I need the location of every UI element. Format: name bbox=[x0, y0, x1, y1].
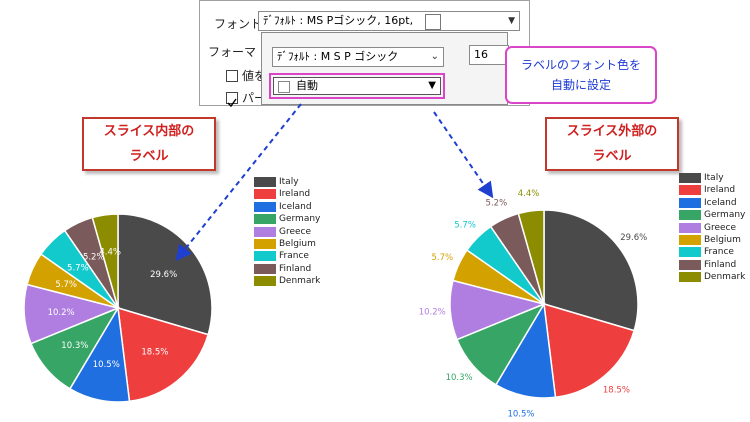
legend-label: Germany bbox=[279, 214, 321, 225]
legend-label: Finland bbox=[704, 259, 737, 270]
arrow-to-outside-label bbox=[433, 111, 494, 199]
legend-swatch bbox=[254, 238, 276, 249]
legend-label: Finland bbox=[279, 263, 312, 274]
slice-label-italy: 29.6% bbox=[150, 270, 177, 280]
legend-label: Ireland bbox=[279, 189, 311, 200]
legend-label: France bbox=[704, 247, 734, 258]
slice-label-belgium: 5.7% bbox=[431, 253, 453, 263]
slice-label-denmark: 4.4% bbox=[99, 248, 121, 258]
slice-label-germany: 10.3% bbox=[61, 341, 88, 351]
slice-label-belgium: 5.7% bbox=[55, 280, 77, 290]
legend-swatch bbox=[254, 177, 276, 187]
slice-label-greece: 10.2% bbox=[419, 308, 446, 318]
slice-label-italy: 29.6% bbox=[620, 233, 647, 243]
legend-label: Belgium bbox=[279, 238, 316, 249]
pie-chart-outside: 29.6% 18.5% 10.5% 10.3% 10.2% 5.7% 5.7% 5.2% 4.4… bbox=[419, 189, 647, 420]
legend-label: Ireland bbox=[704, 185, 736, 196]
legend-swatch bbox=[679, 197, 701, 208]
slice-label-denmark: 4.4% bbox=[518, 189, 540, 199]
legend-swatch bbox=[254, 263, 276, 274]
slice-label-france: 5.7% bbox=[454, 220, 476, 230]
legend-label: Denmark bbox=[279, 276, 321, 287]
legend-label: Belgium bbox=[704, 234, 741, 245]
legend-label: Iceland bbox=[279, 201, 312, 212]
legend-swatch bbox=[254, 276, 276, 287]
legend-label: Germany bbox=[704, 210, 746, 221]
pie-chart-inside: 29.6%18.5%10.5%10.3%10.2%5.7%5.7%5.2%4.4… bbox=[23, 213, 213, 403]
legend-swatch bbox=[254, 251, 276, 262]
slice-label-ireland: 18.5% bbox=[603, 385, 630, 395]
legend-swatch bbox=[254, 201, 276, 212]
legend-label: Italy bbox=[279, 177, 299, 187]
legend-swatch bbox=[679, 185, 701, 196]
legend-swatch bbox=[679, 173, 701, 183]
slice-label-greece: 10.2% bbox=[48, 308, 75, 318]
legend-label: France bbox=[279, 251, 309, 262]
legend-label: Greece bbox=[704, 222, 737, 233]
legend-swatch bbox=[679, 259, 701, 270]
legend-label: Italy bbox=[704, 173, 724, 183]
slice-label-germany: 10.3% bbox=[446, 373, 473, 383]
slice-label-france: 5.7% bbox=[67, 264, 89, 274]
pie-charts-canvas: 29.6% 18.5% 10.5% 10.3% 10.2% 5.7% 5.7% 5.2% 4.4… bbox=[23, 103, 647, 420]
slice-label-ireland: 18.5% bbox=[141, 347, 168, 357]
legend-swatch bbox=[254, 189, 276, 200]
legend-label: Greece bbox=[279, 226, 312, 237]
slice-label-iceland: 10.5% bbox=[507, 410, 534, 420]
legend-swatch bbox=[679, 210, 701, 221]
legend-label: Iceland bbox=[704, 197, 737, 208]
legend-swatch bbox=[679, 272, 701, 283]
legend-swatch bbox=[679, 247, 701, 258]
legend-swatch bbox=[679, 222, 701, 233]
legend-label: Denmark bbox=[704, 272, 746, 283]
legend-swatch bbox=[679, 234, 701, 245]
slice-label-finland: 5.2% bbox=[486, 199, 508, 209]
slice-label-iceland: 10.5% bbox=[93, 360, 120, 370]
legend-swatch bbox=[254, 214, 276, 225]
legend-swatch bbox=[254, 226, 276, 237]
